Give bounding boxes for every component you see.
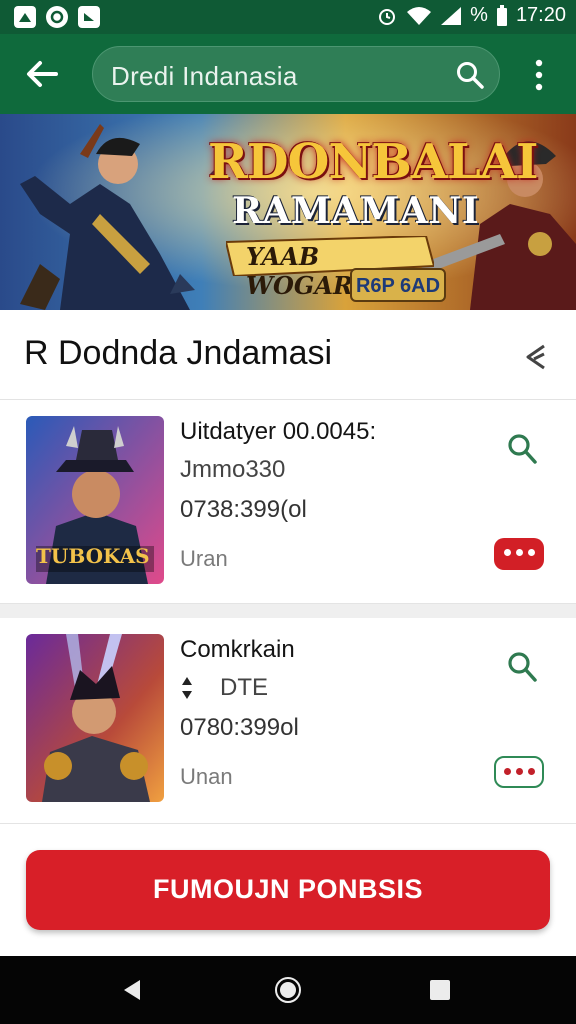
back-arrow-icon (27, 61, 58, 87)
more-horiz-icon (496, 768, 542, 775)
nav-back-icon[interactable] (120, 978, 144, 1002)
item-subtitle-text: DTE (220, 674, 268, 701)
list-divider (0, 604, 576, 618)
notification-icon (14, 6, 36, 28)
battery-icon (496, 4, 507, 26)
nav-home-icon[interactable] (274, 976, 302, 1004)
search-query[interactable]: Dredi Indanasia (111, 61, 298, 92)
thumbnail-caption: TUBOKAS (36, 544, 150, 568)
media-icon (78, 6, 100, 28)
more-button[interactable] (494, 538, 544, 570)
battery-text: % (470, 4, 488, 26)
item-code: 0738:399(ol (180, 496, 307, 523)
item-title: Uitdatyer 00.0045: (180, 418, 377, 445)
record-icon (46, 6, 68, 28)
list-item[interactable]: TUBOKAS Uitdatyer 00.0045: Jmmo330 0738:… (0, 400, 576, 604)
section-title: R Dodnda Jndamasi (24, 334, 333, 372)
game-thumbnail[interactable]: TUBOKAS (26, 416, 164, 584)
banner-title-2: RAMAMANI (232, 190, 480, 232)
search-bar[interactable]: Dredi Indanasia (92, 46, 500, 102)
bottom-action-area: FUMOUJN PONBSIS (0, 824, 576, 956)
search-icon[interactable] (506, 432, 538, 466)
primary-cta-button[interactable]: FUMOUJN PONBSIS (26, 850, 550, 930)
primary-cta-label: FUMOUJN PONBSIS (152, 874, 424, 904)
wifi-icon (407, 6, 432, 25)
section-header: R Dodnda Jndamasi (0, 310, 576, 400)
more-vert-icon[interactable] (526, 58, 552, 92)
alarm-icon (379, 8, 396, 25)
sort-icon (182, 677, 192, 699)
item-meta: Uran (180, 546, 228, 571)
item-subtitle: DTE (180, 674, 268, 702)
banner-badge-label: R6P 6AD (355, 275, 441, 297)
search-icon[interactable] (506, 650, 538, 684)
status-notification-icons (14, 6, 100, 28)
item-meta: Unan (180, 764, 233, 789)
system-nav-bar (0, 956, 576, 1024)
banner-title-1: RDONBALAI (208, 134, 538, 190)
item-title: Comkrkain (180, 636, 295, 663)
more-horiz-icon (494, 549, 544, 556)
more-button[interactable] (494, 756, 544, 788)
item-code: 0780:399ol (180, 714, 299, 741)
signal-icon (441, 6, 462, 25)
app-bar: Dredi Indanasia (0, 34, 576, 114)
item-subtitle: Jmmo330 (180, 456, 286, 483)
back-button[interactable] (22, 56, 62, 92)
clock: 17:20 (515, 4, 566, 26)
game-thumbnail[interactable] (26, 634, 164, 802)
status-right: % 17:20 (376, 4, 566, 27)
banner-badge[interactable]: R6P 6AD (350, 268, 446, 302)
share-icon[interactable] (520, 342, 550, 372)
search-icon[interactable] (455, 60, 485, 90)
list-item[interactable]: Comkrkain DTE 0780:399ol Unan (0, 618, 576, 824)
promo-banner[interactable]: RDONBALAI RAMAMANI YAAB WOGARIOIS R6P 6A… (0, 114, 576, 310)
status-bar: % 17:20 (0, 0, 576, 34)
nav-recents-icon[interactable] (428, 978, 452, 1002)
